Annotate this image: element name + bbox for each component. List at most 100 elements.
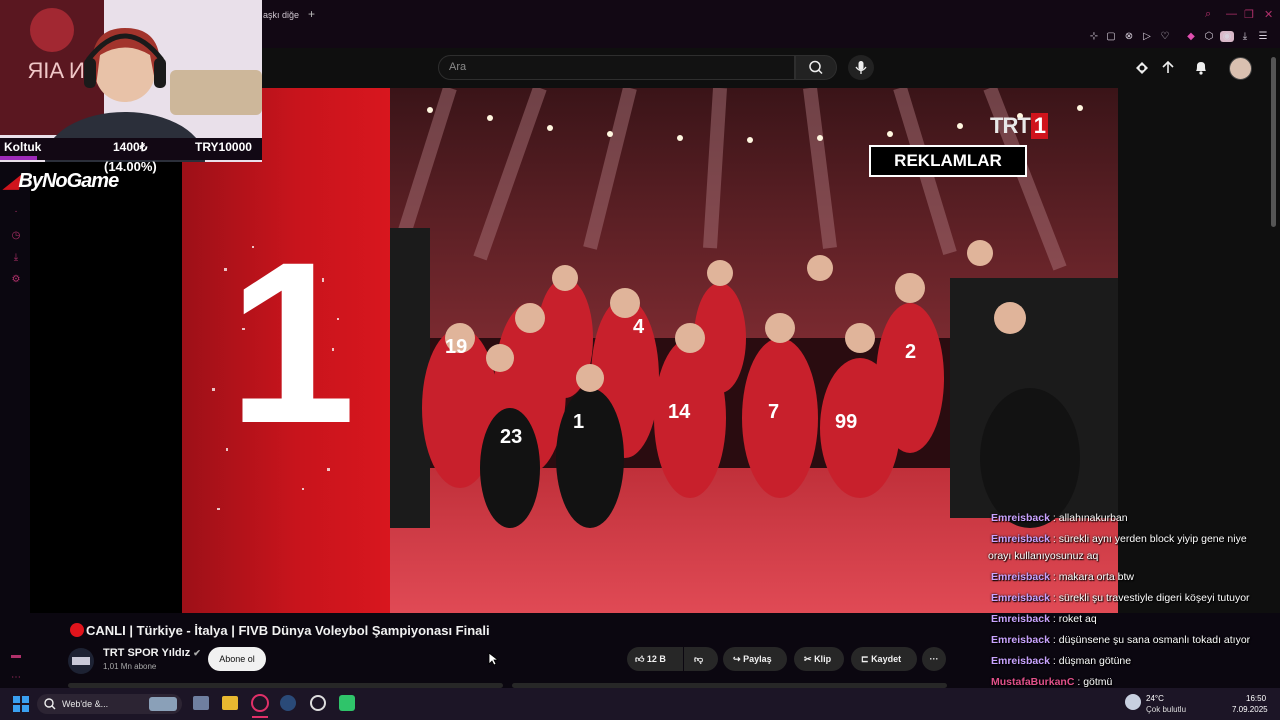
account-avatar[interactable] <box>1229 57 1252 80</box>
chat-user: Emreisback <box>991 634 1050 646</box>
chat-user: Emreisback <box>991 592 1050 604</box>
goal-current: 1400₺ <box>113 140 148 154</box>
puzzle-icon[interactable]: ⬡ <box>1202 31 1216 42</box>
search-input[interactable] <box>438 55 795 80</box>
shield-icon[interactable]: ⊗ <box>1122 31 1136 42</box>
extension-icon[interactable]: ◆ <box>1184 31 1198 42</box>
ad-banner: REKLAMLAR <box>869 145 1027 177</box>
chat-message: Emreisback : allahınakurban <box>991 512 1128 524</box>
task-view-icon[interactable] <box>193 696 209 710</box>
voice-search-button[interactable] <box>848 55 874 80</box>
jersey-number: 23 <box>500 426 522 448</box>
broadcaster-logo-number: 1 <box>1030 113 1049 139</box>
bookmark-icon: ⊏ <box>861 654 869 664</box>
scrollbar[interactable] <box>1270 55 1278 655</box>
channel-name[interactable]: TRT SPOR Yıldız ✔ <box>103 647 201 659</box>
save-button[interactable]: ⊏ Kaydet <box>851 647 917 671</box>
clip-button[interactable]: ✂ Klip <box>794 647 844 671</box>
sponsor-logo-text: ByNoGame <box>18 170 119 192</box>
notifications-bell-icon[interactable] <box>1193 59 1209 77</box>
broadcaster-logo-text: TRT <box>990 113 1031 138</box>
rail-menu-icon[interactable]: ▬ <box>9 650 23 664</box>
chat-text: : sürekli aynı yerden block yiyip gene n… <box>1052 533 1247 545</box>
search-highlight-icon <box>149 697 177 711</box>
chat-user: Emreisback <box>991 613 1050 625</box>
bookmark-icon[interactable]: ⊹ <box>1087 31 1101 42</box>
screenshot-icon[interactable]: ▢ <box>1104 31 1118 42</box>
minimize-icon[interactable]: — <box>1226 8 1237 20</box>
jersey-number: 14 <box>668 401 691 423</box>
channel-logo-icon <box>72 657 90 665</box>
new-tab-button[interactable]: + <box>308 7 315 21</box>
weather-cloud-icon[interactable] <box>1125 694 1141 710</box>
chat-user: MustafaBurkanC <box>991 676 1075 688</box>
chat-message: Emreisback : sürekli aynı yerden block y… <box>991 533 1247 545</box>
windows-start-icon[interactable] <box>13 696 29 712</box>
chat-user: Emreisback <box>991 655 1050 667</box>
broadcaster-logo: TRT 1 <box>990 113 1049 139</box>
clock-time[interactable]: 16:50 <box>1246 694 1266 703</box>
rail-dot-icon[interactable]: · <box>9 206 23 220</box>
goal-target: TRY10000 <box>195 140 252 154</box>
donation-progress-fill <box>0 156 37 160</box>
share-button[interactable]: ↪ Paylaş <box>723 647 787 671</box>
mouse-cursor-icon <box>488 652 498 666</box>
chat-message: MustafaBurkanC : götmü <box>991 676 1112 688</box>
more-actions-button[interactable]: ··· <box>922 647 946 671</box>
maximize-icon[interactable]: ❐ <box>1244 8 1254 21</box>
clock-date[interactable]: 7.09.2025 <box>1232 705 1268 714</box>
create-icon[interactable] <box>1133 59 1151 77</box>
jersey-number: 2 <box>905 341 916 363</box>
thumbs-up-icon: 👍︎ <box>635 654 645 664</box>
like-button[interactable]: 👍︎ 12 B <box>627 647 683 671</box>
jersey-number: 1 <box>573 411 584 433</box>
chat-message: Emreisback : makara orta btw <box>991 571 1134 583</box>
chat-text: : düşman götüne <box>1052 655 1132 667</box>
history-icon[interactable]: ◷ <box>9 230 23 244</box>
clip-label: Klip <box>814 654 832 664</box>
steam-icon[interactable] <box>280 695 296 711</box>
heart-icon[interactable]: ♡ <box>1158 31 1172 42</box>
search-icon[interactable]: ⌕ <box>1205 8 1211 21</box>
like-count: 12 B <box>646 654 666 664</box>
subscribe-button[interactable]: Abone ol <box>208 647 266 671</box>
live-indicator-icon <box>70 623 84 637</box>
menu-icon[interactable]: ☰ <box>1256 31 1270 42</box>
chat-text: : makara orta btw <box>1052 571 1135 583</box>
kick-app-icon[interactable] <box>339 695 355 711</box>
profile-icon[interactable]: ◉ <box>1220 31 1234 42</box>
file-explorer-icon[interactable] <box>222 696 238 710</box>
upload-icon[interactable] <box>1160 59 1176 77</box>
jersey-number: 4 <box>633 316 645 338</box>
share-label: Paylaş <box>743 654 772 664</box>
channel-name-text: TRT SPOR Yıldız <box>103 647 191 659</box>
play-icon[interactable]: ▷ <box>1140 31 1154 42</box>
opera-gx-icon[interactable] <box>251 694 269 712</box>
download-icon[interactable]: ⤓ <box>1238 31 1252 42</box>
chat-message: orayı kullanıyosunuz aq <box>988 550 1098 562</box>
close-icon[interactable]: ✕ <box>1264 8 1273 21</box>
chat-text: : sürekli şu travestiyle digeri köşeyi t… <box>1052 592 1250 604</box>
chatgpt-icon[interactable] <box>310 695 326 711</box>
save-label: Kaydet <box>871 654 902 664</box>
taskbar-search[interactable] <box>37 694 182 714</box>
chat-text: : düşünsene şu sana osmanlı tokadı atıyo… <box>1052 634 1251 646</box>
subscriber-count: 1,01 Mn abone <box>103 662 157 671</box>
countdown-number: 1 <box>228 214 356 471</box>
chat-text: : allahınakurban <box>1052 512 1128 524</box>
download-icon[interactable]: ⤓ <box>9 252 23 266</box>
browser-tab[interactable]: aşkı diğe <box>263 10 299 20</box>
rail-more-icon[interactable]: ⋯ <box>9 672 23 686</box>
chat-user: Emreisback <box>991 533 1050 545</box>
thumbs-down-icon: 👎︎ <box>694 654 704 664</box>
dislike-button[interactable]: 👎︎ <box>684 647 718 671</box>
microphone-icon <box>855 61 867 74</box>
chat-text: : götmü <box>1077 676 1113 688</box>
sponsor-mark-icon: ◢ <box>4 170 19 192</box>
weather-temperature: 24°C <box>1146 694 1164 703</box>
channel-avatar[interactable] <box>68 648 94 674</box>
chat-user: Emreisback <box>991 512 1050 524</box>
chat-message: Emreisback : düşünsene şu sana osmanlı t… <box>991 634 1250 646</box>
search-button[interactable] <box>795 55 837 80</box>
settings-icon[interactable]: ⚙ <box>9 274 23 288</box>
